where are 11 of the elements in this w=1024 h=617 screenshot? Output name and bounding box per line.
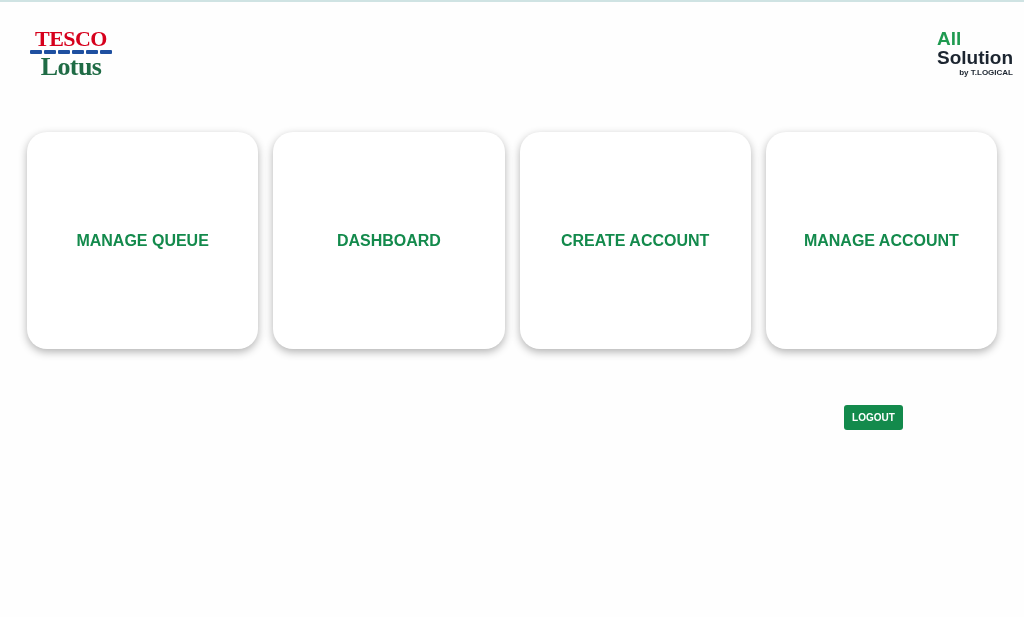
logo-text: TESCO — [35, 28, 107, 50]
logout-button[interactable]: LOGOUT — [844, 405, 903, 430]
logo-text: Solution — [937, 48, 1013, 68]
menu-tile[interactable]: CREATE ACCOUNT — [519, 132, 751, 349]
logo-tagline: by T.LOGICAL — [959, 68, 1013, 78]
logo-text: Lotus — [40, 55, 102, 79]
menu-tile[interactable]: DASHBOARD — [273, 132, 505, 349]
logo-text: All — [937, 30, 962, 48]
menu-tile[interactable]: MANAGE QUEUE — [27, 132, 259, 349]
wave-stripe-icon — [30, 50, 112, 55]
menu-tile[interactable]: MANAGE ACCOUNT — [765, 132, 997, 349]
